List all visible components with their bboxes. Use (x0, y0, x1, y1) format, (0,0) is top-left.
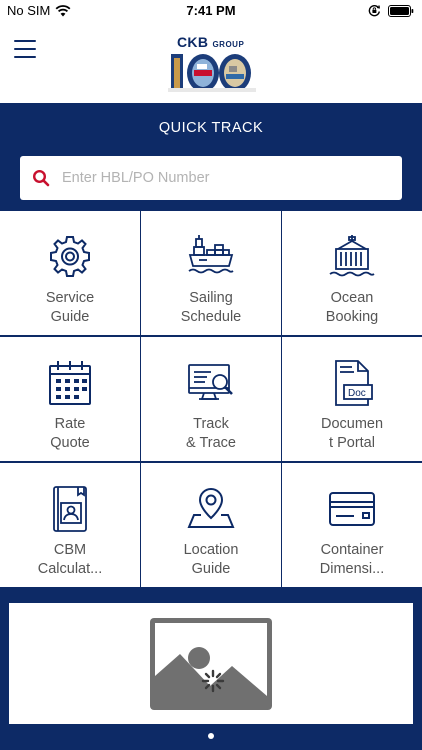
image-placeholder-icon (150, 618, 272, 710)
carousel-pagination (0, 733, 422, 739)
container-icon (328, 233, 376, 281)
tile-track-trace[interactable]: Track & Trace (141, 337, 281, 461)
pagination-dot-active[interactable] (208, 733, 214, 739)
svg-text:Doc: Doc (348, 388, 366, 399)
tile-cbm-calculator[interactable]: CBM Calculat... (0, 463, 140, 587)
tile-ocean-booking[interactable]: Ocean Booking (282, 211, 422, 335)
tile-container-dimensions[interactable]: Container Dimensi... (282, 463, 422, 587)
tile-document-portal[interactable]: Doc Documen t Portal (282, 337, 422, 461)
battery-icon (388, 4, 414, 17)
app-header: CKB GROUP (0, 22, 422, 103)
menu-grid: Service Guide Sailing Schedule Ocean Boo… (0, 211, 422, 587)
search-box[interactable] (20, 156, 402, 200)
tile-service-guide[interactable]: Service Guide (0, 211, 140, 335)
tile-location-guide[interactable]: Location Guide (141, 463, 281, 587)
tile-rate-quote[interactable]: Rate Quote (0, 337, 140, 461)
status-time: 7:41 PM (186, 3, 236, 18)
hbl-po-search-input[interactable] (60, 156, 390, 200)
tile-sailing-schedule[interactable]: Sailing Schedule (141, 211, 281, 335)
logo-brand: CKB (177, 34, 209, 50)
tile-label: Sailing Schedule (180, 290, 242, 325)
calendar-icon (46, 359, 94, 407)
search-icon (32, 169, 50, 187)
tile-label: CBM Calculat... (37, 542, 103, 577)
ship-icon (187, 233, 235, 281)
tile-label: Ocean Booking (325, 290, 379, 325)
tile-label: Service Guide (45, 290, 95, 325)
card-icon (328, 485, 376, 533)
tile-label: Container Dimensi... (319, 542, 385, 577)
status-bar: No SIM 7:41 PM (0, 0, 422, 22)
document-icon: Doc (328, 359, 376, 407)
rotation-lock-icon (368, 4, 380, 17)
monitor-search-icon (187, 359, 235, 407)
logo-group: GROUP (212, 40, 245, 49)
quick-track-section: QUICK TRACK (0, 103, 422, 211)
quick-track-title: QUICK TRACK (158, 120, 264, 136)
ckb-logo: CKB GROUP (167, 32, 259, 94)
tile-label: Location Guide (183, 542, 239, 577)
banner-carousel (0, 587, 422, 750)
contact-book-icon (46, 485, 94, 533)
tile-label: Rate Quote (50, 416, 90, 451)
tile-label: Track & Trace (186, 416, 236, 451)
gear-icon (46, 233, 94, 281)
menu-icon[interactable] (14, 40, 36, 58)
tile-label: Documen t Portal (320, 416, 384, 451)
map-pin-icon (187, 485, 235, 533)
logo-100-emblem (168, 54, 256, 92)
banner-slide[interactable] (9, 603, 413, 724)
